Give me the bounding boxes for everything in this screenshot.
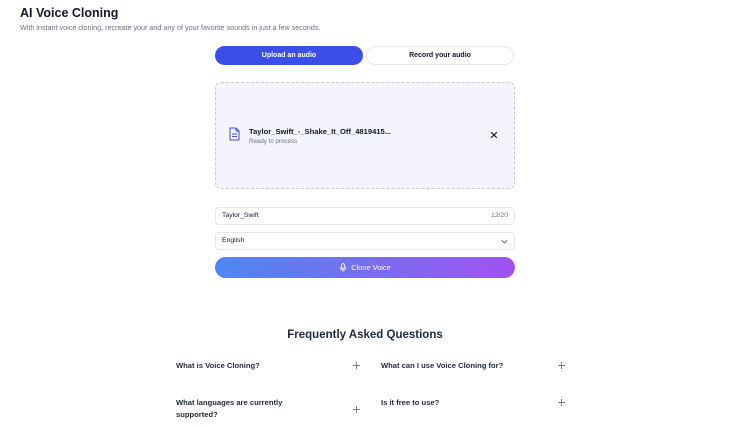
close-icon[interactable] [489,130,499,140]
faq-question: Is it free to use? [381,398,440,407]
tab-record-audio[interactable]: Record your audio [366,46,514,65]
faq-question: What languages are currently supported? [176,398,283,419]
upload-status: Ready to process [249,138,298,145]
plus-icon [353,406,360,413]
chevron-down-icon [501,240,508,244]
page-title: AI Voice Cloning [20,6,119,20]
faq-item-what-is-voice-cloning[interactable]: What is Voice Cloning? [176,360,361,374]
upload-dropzone[interactable]: Taylor_Swift_-_Shake_It_Off_4819415... R… [215,82,515,189]
clone-voice-button[interactable]: Clone Voice [215,257,515,278]
uploaded-file-name: Taylor_Swift_-_Shake_It_Off_4819415... [249,127,392,136]
faq-heading: Frequently Asked Questions [287,329,443,341]
faq-item-what-can-i-use[interactable]: What can I use Voice Cloning for? [381,360,566,374]
tab-upload-audio[interactable]: Upload an audio [215,46,363,65]
microphone-icon [340,263,347,272]
faq-item-is-it-free[interactable]: Is it free to use? [381,397,566,411]
faq-question: What is Voice Cloning? [176,361,260,370]
voice-cloning-page: AI Voice Cloning With instant voice clon… [0,0,730,427]
voice-name-input[interactable]: Taylor_Swift 12/20 [215,207,515,225]
plus-icon [353,362,360,369]
voice-name-value: Taylor_Swift [222,212,259,219]
faq-item-languages-supported[interactable]: What languages are currently supported? [176,397,361,423]
plus-icon [558,399,565,406]
page-subtitle: With instant voice cloning, recreate you… [20,23,321,32]
language-select[interactable]: English [215,232,515,250]
voice-name-char-counter: 12/20 [490,212,508,219]
faq-question: What can I use Voice Cloning for? [381,361,504,370]
document-icon [229,127,240,141]
language-selected-value: English [222,237,245,244]
plus-icon [558,362,565,369]
clone-voice-label: Clone Voice [351,263,391,272]
